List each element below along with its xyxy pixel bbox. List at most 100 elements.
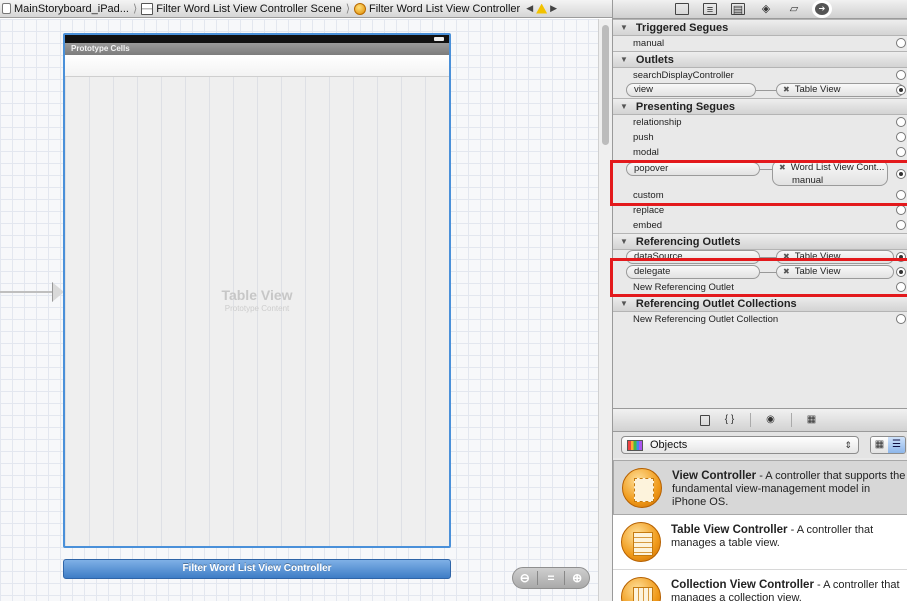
breadcrumb-separator: ⟩ [345,3,350,15]
disclosure-triangle-icon[interactable]: ▼ [620,299,628,308]
disconnect-x-icon[interactable]: ✖ [783,85,790,94]
disclosure-triangle-icon[interactable]: ▼ [620,237,628,246]
ipad-scene-frame[interactable]: Prototype Cells Table View Prototype Con… [63,33,451,548]
scrollbar-thumb[interactable] [602,25,609,145]
outlet-pill-datasource[interactable]: dataSource [626,250,760,264]
section-referencing-outlet-collections[interactable]: ▼ Referencing Outlet Collections [613,295,907,312]
connection-row-replace: replace [613,203,907,218]
breadcrumb-view-controller[interactable]: Filter Word List View Controller [352,2,522,15]
previous-issue-icon[interactable]: ◀ [526,3,533,14]
connection-line [760,272,776,273]
connection-circle-icon[interactable] [896,267,906,277]
segue-pill-popover[interactable]: popover [626,162,760,176]
disclosure-triangle-icon[interactable]: ▼ [620,55,628,64]
connection-circle-icon[interactable] [896,169,906,179]
next-issue-icon[interactable]: ▶ [550,3,557,14]
connection-circle-icon[interactable] [896,220,906,230]
connection-label: push [633,132,654,143]
prototype-cell[interactable] [65,55,449,77]
view-controller-icon [622,468,662,508]
segue-target-pill[interactable]: ✖ Word List View Cont... manual [772,160,888,186]
identity-inspector-icon[interactable]: ▤ [731,3,745,16]
connection-circle-icon[interactable] [896,205,906,215]
breadcrumb-separator: ⟩ [132,3,138,15]
object-library-icon[interactable]: ◉ [761,413,781,427]
outlet-target-pill[interactable]: ✖ Table View [776,265,894,279]
segue-connection-line [0,291,56,293]
breadcrumb-storyboard[interactable]: MainStoryboard_iPad... [0,3,131,15]
connection-label: New Referencing Outlet Collection [633,314,779,325]
list-item[interactable]: Collection View Controller - A controlle… [613,570,907,601]
connections-inspector-icon[interactable]: ➔ [815,3,829,15]
outlet-target-pill[interactable]: ✖ Table View [776,250,894,264]
code-snippet-library-icon[interactable]: { } [720,413,740,427]
disconnect-x-icon[interactable]: ✖ [783,252,790,261]
connection-label: custom [633,190,664,201]
storyboard-canvas[interactable]: Prototype Cells Table View Prototype Con… [0,19,598,601]
disconnect-x-icon[interactable]: ✖ [779,163,786,172]
connection-circle-icon[interactable] [896,190,906,200]
section-title: Presenting Segues [635,100,735,113]
scene-dock-label[interactable]: Filter Word List View Controller [63,559,451,579]
connection-circle-icon[interactable] [896,85,906,95]
outlet-target-pill[interactable]: ✖ Table View [776,83,904,97]
size-inspector-icon[interactable]: ▱ [787,3,801,15]
list-view-icon[interactable]: ☰ [888,437,905,453]
warning-icon[interactable] [536,3,548,14]
disconnect-x-icon[interactable]: ✖ [783,267,790,276]
library-category-select[interactable]: Objects ⇕ [621,436,859,454]
connection-row-delegate: delegate ✖ Table View [613,265,907,280]
zoom-divider [537,571,539,585]
list-item[interactable]: Table View Controller - A controller tha… [613,515,907,570]
connection-row-datasource: dataSource ✖ Table View [613,250,907,265]
section-triggered-segues[interactable]: ▼ Triggered Segues [613,19,907,36]
section-outlets[interactable]: ▼ Outlets [613,51,907,68]
outlet-pill-view[interactable]: view [626,83,756,97]
file-template-library-icon[interactable] [699,414,710,426]
zoom-control: ⊖ = ⊕ [512,567,590,589]
connection-circle-icon[interactable] [896,132,906,142]
disclosure-triangle-icon[interactable]: ▼ [620,23,628,32]
section-referencing-outlets[interactable]: ▼ Referencing Outlets [613,233,907,250]
breadcrumb-scene[interactable]: Filter Word List View Controller Scene [139,2,343,15]
outlet-pill-delegate[interactable]: delegate [626,265,760,279]
connection-label: manual [633,38,665,49]
target-label: Word List View Cont... [790,162,885,173]
connection-circle-icon[interactable] [896,70,906,80]
issue-navigator: ◀ ▶ [526,3,557,14]
connection-row-new-referencing-outlet-collection: New Referencing Outlet Collection [613,312,907,327]
view-controller-icon [354,2,366,15]
object-library-list[interactable]: View Controller - A controller that supp… [613,460,907,601]
connection-row-manual: manual [613,36,907,51]
connection-label: relationship [633,117,682,128]
zoom-fit-icon[interactable]: = [540,571,562,585]
zoom-out-icon[interactable]: ⊖ [514,571,536,585]
breadcrumb-storyboard-label: MainStoryboard_iPad... [14,2,129,15]
connection-circle-icon[interactable] [896,147,906,157]
connection-label: modal [633,147,659,158]
canvas-scrollbar[interactable] [598,19,612,601]
connection-row-relationship: relationship [613,115,907,130]
library-filter-bar: Objects ⇕ ▦ ☰ [613,432,907,458]
collection-view-controller-icon [621,577,661,601]
connection-circle-icon[interactable] [896,282,906,292]
connection-circle-icon[interactable] [896,252,906,262]
attributes-inspector-icon[interactable]: ◈ [759,3,773,15]
jump-bar: MainStoryboard_iPad... ⟩ Filter Word Lis… [0,0,612,18]
file-inspector-icon[interactable] [675,3,689,15]
connection-line [760,257,776,258]
connection-circle-icon[interactable] [896,117,906,127]
section-presenting-segues[interactable]: ▼ Presenting Segues [613,98,907,115]
list-item[interactable]: View Controller - A controller that supp… [613,460,907,515]
table-view-subtitle: Prototype Content [224,304,290,313]
connection-circle-icon[interactable] [896,314,906,324]
connection-row-popover: popover ✖ Word List View Cont... manual [613,160,907,188]
quick-help-icon[interactable]: ≡ [703,3,717,16]
media-library-icon[interactable]: ▦ [802,413,822,427]
disclosure-triangle-icon[interactable]: ▼ [620,102,628,111]
icon-view-icon[interactable]: ▦ [871,437,888,453]
connection-label: searchDisplayController [633,70,734,81]
zoom-in-icon[interactable]: ⊕ [566,571,588,585]
connection-line [756,90,776,91]
connection-circle-icon[interactable] [896,38,906,48]
